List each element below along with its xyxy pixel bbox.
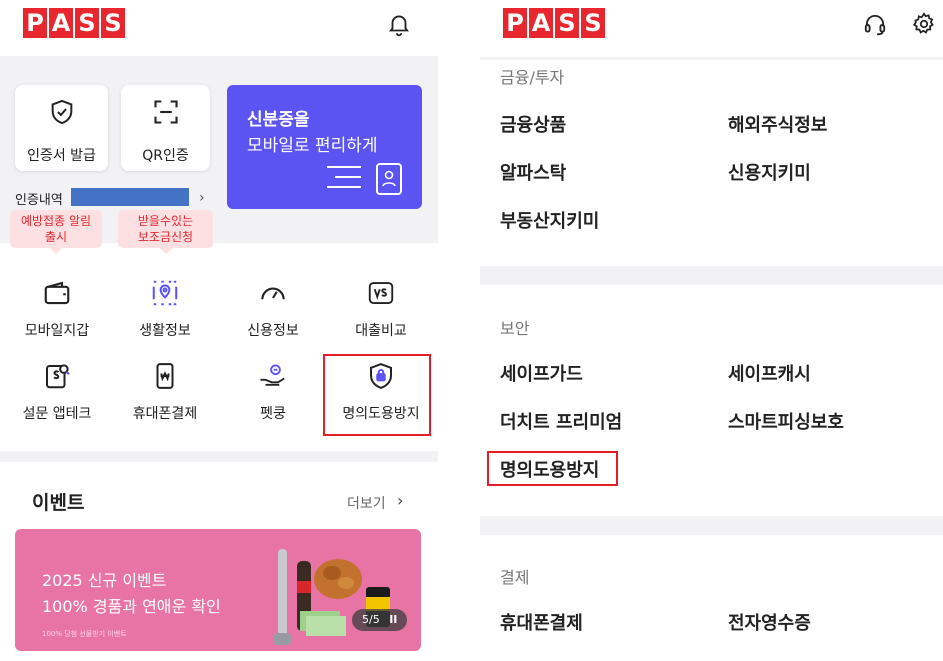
menu-item-safecash[interactable]: 세이프캐시 [728,360,811,386]
qr-auth-label: QR인증 [142,148,189,164]
grid-item-survey[interactable]: 설문 앱테크 [12,361,102,423]
promo-headline: 2025 신규 이벤트 [42,571,167,590]
carousel-pager[interactable]: 5/5 II [352,609,407,631]
mobile-id-banner[interactable]: 신분증을 모바일로 편리하게 [227,85,422,209]
section-title-finance: 금융/투자 [500,68,565,87]
menu-item-thecheat-premium[interactable]: 더치트 프리미엄 [500,408,622,434]
banner-subtitle: 모바일로 편리하게 [247,136,378,156]
home-screen: P A S S 인증서 발급 QR인증 신분증을 모바일로 편리하게 인증내역 … [0,0,438,661]
highlight-box [323,354,431,436]
redacted-block [71,188,189,206]
cert-issue-button[interactable]: 인증서 발급 [15,85,108,171]
banner-title: 신분증을 [247,110,310,130]
home-header: P A S S [0,0,438,56]
all-menu-screen: P A S S 금융/투자 금융상품 해외주식정보 알파스탁 신용지키미 부동산… [480,0,943,661]
grid-item-mobile-wallet[interactable]: 모바일지갑 [12,278,102,340]
qr-auth-button[interactable]: QR인증 [121,85,210,171]
grid-item-petkung[interactable]: 펫쿵 [228,361,318,423]
pause-icon[interactable]: II [389,613,397,626]
cert-issue-label: 인증서 발급 [27,148,96,164]
menu-item-real-estate-keeper[interactable]: 부동산지키미 [500,207,599,233]
section-title-payment: 결제 [500,568,530,587]
prize-illustration [274,549,390,645]
section-title-security: 보안 [500,319,530,338]
promo-fineprint: 100% 당첨 선물받기 이벤트 [42,630,127,638]
menu-item-finance-products[interactable]: 금융상품 [500,111,566,137]
event-more-link[interactable]: 더보기 [347,493,386,513]
menu-item-e-receipt[interactable]: 전자영수증 [728,609,811,635]
vs-icon [368,282,394,304]
pet-hand-icon [260,364,285,386]
gear-icon[interactable] [911,11,937,37]
auth-history-label[interactable]: 인증내역 [15,189,63,208]
chevron-right-icon[interactable]: › [397,491,403,510]
menu-item-credit-keeper[interactable]: 신용지키미 [728,159,811,185]
menu-item-safeguard[interactable]: 세이프가드 [500,360,583,386]
vaccine-alert-tooltip: 예방접종 알림 출시 [10,210,102,254]
qr-scan-icon [153,100,178,124]
highlight-box [487,451,618,486]
grid-item-credit-info[interactable]: 신용정보 [228,278,318,340]
pass-logo[interactable]: P A S S [503,8,605,38]
gauge-icon [261,287,285,300]
promo-subline: 100% 경품과 연애운 확인 [42,597,221,616]
pass-logo[interactable]: P A S S [23,8,125,38]
grid-item-phone-pay[interactable]: 휴대폰결제 [120,361,210,423]
menu-item-smart-phishing[interactable]: 스마트피싱보호 [728,408,844,434]
section-divider [480,516,943,535]
grid-item-life-info[interactable]: 생활정보 [120,278,210,340]
chevron-right-icon[interactable]: › [199,190,205,206]
headset-icon[interactable] [862,11,888,37]
survey-icon [46,364,70,389]
event-title: 이벤트 [32,492,85,514]
finance-section: 금융/투자 금융상품 해외주식정보 알파스탁 신용지키미 부동산지키미 [480,60,943,266]
menu-lines-icon [327,166,361,188]
subsidy-tooltip: 받을수있는 보조금신청 [118,210,213,254]
id-card-icon [376,163,402,195]
menu-item-phone-pay[interactable]: 휴대폰결제 [500,609,583,635]
wallet-icon [44,281,70,305]
payment-section: 결제 휴대폰결제 전자영수증 [480,535,943,661]
menu-item-alphastock[interactable]: 알파스탁 [500,159,566,185]
grid-item-loan-compare[interactable]: 대출비교 [336,278,426,340]
event-banner[interactable]: 2025 신규 이벤트 100% 경품과 연애운 확인 100% 당첨 선물받기… [15,529,421,651]
menu-item-overseas-stocks[interactable]: 해외주식정보 [728,111,827,137]
shield-check-icon [51,99,72,125]
bell-icon[interactable] [386,11,412,37]
life-info-icon [152,280,178,306]
section-divider [480,266,943,285]
menu-header: P A S S [480,0,943,57]
phone-pay-icon [156,363,174,389]
